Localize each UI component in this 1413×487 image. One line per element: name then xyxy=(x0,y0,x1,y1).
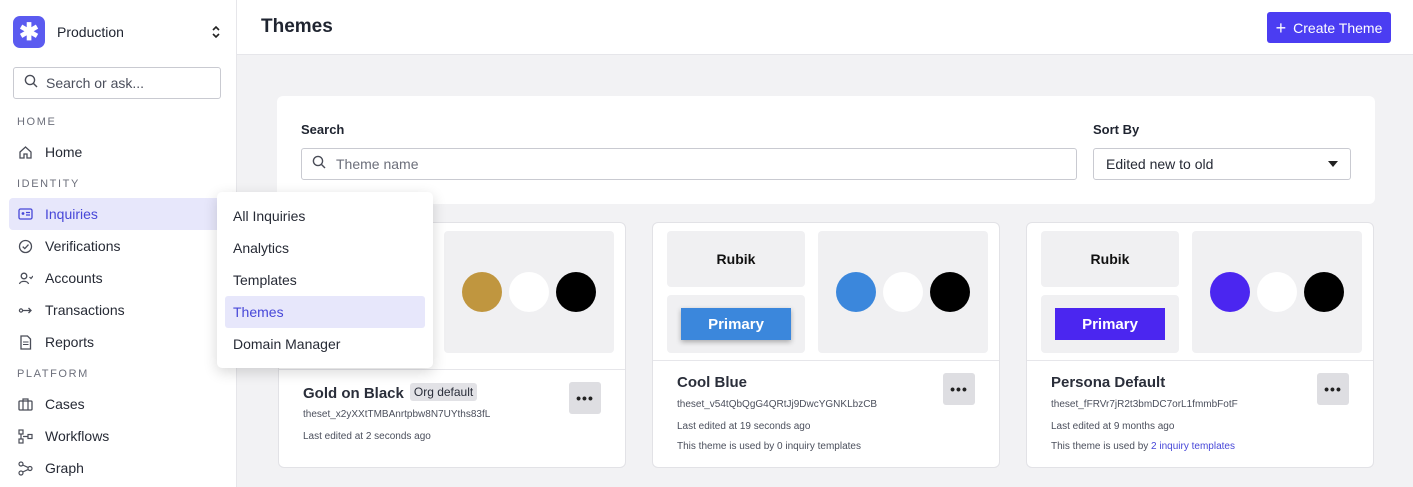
menu-item-analytics[interactable]: Analytics xyxy=(225,232,425,264)
card-divider xyxy=(653,360,999,361)
caret-down-icon xyxy=(1328,161,1338,167)
theme-usage: This theme is used by 2 inquiry template… xyxy=(1051,441,1235,452)
sidebar-item-home[interactable]: Home xyxy=(9,136,237,168)
section-label-platform: PLATFORM xyxy=(17,368,89,380)
font-preview: Rubik xyxy=(667,231,805,287)
theme-usage: This theme is used by 0 inquiry template… xyxy=(677,441,861,452)
theme-id: theset_x2yXXtTMBAnrtpbw8N7UYths83fL xyxy=(303,409,491,420)
menu-item-all-inquiries[interactable]: All Inquiries xyxy=(225,200,425,232)
check-circle-icon xyxy=(17,238,33,254)
transfer-icon xyxy=(17,302,33,318)
sidebar-item-label: Graph xyxy=(45,460,84,476)
theme-id: theset_fFRVr7jR2t3bmDC7orL1fmmbFotF xyxy=(1051,399,1238,410)
sort-label: Sort By xyxy=(1093,122,1140,137)
color-swatch xyxy=(883,272,923,312)
sidebar-item-label: Reports xyxy=(45,334,95,350)
theme-last-edited: Last edited at 9 months ago xyxy=(1051,421,1175,432)
search-label: Search xyxy=(301,122,345,137)
inquiry-templates-link[interactable]: 2 inquiry templates xyxy=(1151,441,1235,452)
theme-last-edited: Last edited at 19 seconds ago xyxy=(677,421,811,432)
sidebar-item-accounts[interactable]: Accounts xyxy=(9,262,237,294)
color-swatches xyxy=(444,231,614,353)
theme-card-persona-default[interactable]: Rubik Primary Persona Default theset_fFR… xyxy=(1026,222,1374,468)
id-card-icon xyxy=(17,206,33,222)
primary-button-sample: Primary xyxy=(681,308,791,340)
sidebar-item-label: Transactions xyxy=(45,302,125,318)
color-swatch xyxy=(509,272,549,312)
search-icon xyxy=(24,74,38,93)
plus-icon: + xyxy=(1275,17,1287,38)
chevron-up-down-icon xyxy=(209,25,223,40)
theme-id: theset_v54tQbQgG4QRtJj9DwcYGNKLbzCB xyxy=(677,399,878,410)
filter-panel: Search Theme name Sort By Edited new to … xyxy=(277,96,1375,204)
sort-value: Edited new to old xyxy=(1106,156,1214,172)
page-header: Themes + Create Theme xyxy=(237,0,1413,55)
color-swatch xyxy=(1257,272,1297,312)
create-theme-button[interactable]: + Create Theme xyxy=(1267,12,1391,43)
user-icon xyxy=(17,270,33,286)
card-divider xyxy=(279,369,625,370)
color-swatch xyxy=(836,272,876,312)
color-swatches xyxy=(1192,231,1362,353)
card-divider xyxy=(1027,360,1373,361)
graph-icon xyxy=(17,460,33,476)
sidebar-item-label: Workflows xyxy=(45,428,110,444)
sidebar-item-inquiries[interactable]: Inquiries xyxy=(9,198,237,230)
theme-name: Persona Default xyxy=(1051,374,1166,391)
sidebar: ✱ Production Search or ask... HOME Home … xyxy=(0,0,237,487)
more-options-button[interactable]: ••• xyxy=(943,373,975,405)
sidebar-item-workflows[interactable]: Workflows xyxy=(9,420,237,452)
org-switcher[interactable]: ✱ Production xyxy=(13,16,223,48)
theme-card-cool-blue[interactable]: Rubik Primary Cool Blue theset_v54tQbQgG… xyxy=(652,222,1000,468)
document-icon xyxy=(17,334,33,350)
inquiries-submenu: All Inquiries Analytics Templates Themes… xyxy=(217,192,433,368)
sidebar-search-input[interactable]: Search or ask... xyxy=(13,67,221,99)
menu-item-templates[interactable]: Templates xyxy=(225,264,425,296)
org-default-badge: Org default xyxy=(409,383,478,401)
sidebar-item-graph[interactable]: Graph xyxy=(9,452,237,484)
color-swatch xyxy=(1210,272,1250,312)
menu-item-domain-manager[interactable]: Domain Manager xyxy=(225,328,425,360)
sidebar-item-label: Inquiries xyxy=(45,206,98,222)
briefcase-icon xyxy=(17,396,33,412)
workflow-icon xyxy=(17,428,33,444)
sidebar-item-verifications[interactable]: Verifications xyxy=(9,230,237,262)
theme-last-edited: Last edited at 2 seconds ago xyxy=(303,431,431,442)
sidebar-item-label: Cases xyxy=(45,396,85,412)
page-title: Themes xyxy=(261,16,333,37)
color-swatch xyxy=(1304,272,1344,312)
more-options-button[interactable]: ••• xyxy=(1317,373,1349,405)
more-options-button[interactable]: ••• xyxy=(569,382,601,414)
font-preview: Rubik xyxy=(1041,231,1179,287)
org-name: Production xyxy=(57,24,124,40)
color-swatch xyxy=(930,272,970,312)
create-theme-label: Create Theme xyxy=(1293,19,1383,36)
color-swatch xyxy=(556,272,596,312)
sidebar-item-label: Home xyxy=(45,144,83,160)
color-swatch xyxy=(462,272,502,312)
sidebar-item-transactions[interactable]: Transactions xyxy=(9,294,237,326)
theme-search-input[interactable]: Theme name xyxy=(301,148,1077,180)
section-label-home: HOME xyxy=(17,116,57,128)
button-preview: Primary xyxy=(667,295,805,353)
theme-name: Cool Blue xyxy=(677,374,747,391)
section-label-identity: IDENTITY xyxy=(17,178,80,190)
theme-name: Gold on Black Org default xyxy=(303,383,478,402)
sidebar-item-cases[interactable]: Cases xyxy=(9,388,237,420)
org-logo-icon: ✱ xyxy=(13,16,45,48)
button-preview: Primary xyxy=(1041,295,1179,353)
color-swatches xyxy=(818,231,988,353)
theme-name-text: Gold on Black xyxy=(303,385,404,402)
theme-search-placeholder: Theme name xyxy=(336,156,419,172)
primary-button-sample: Primary xyxy=(1055,308,1165,340)
search-icon xyxy=(312,155,326,174)
sidebar-item-label: Accounts xyxy=(45,270,103,286)
sidebar-search-placeholder: Search or ask... xyxy=(46,75,145,91)
home-icon xyxy=(17,144,33,160)
sidebar-item-label: Verifications xyxy=(45,238,121,254)
sidebar-item-reports[interactable]: Reports xyxy=(9,326,237,358)
theme-usage-text: This theme is used by xyxy=(1051,441,1152,452)
menu-item-themes[interactable]: Themes xyxy=(225,296,425,328)
sort-select[interactable]: Edited new to old xyxy=(1093,148,1351,180)
